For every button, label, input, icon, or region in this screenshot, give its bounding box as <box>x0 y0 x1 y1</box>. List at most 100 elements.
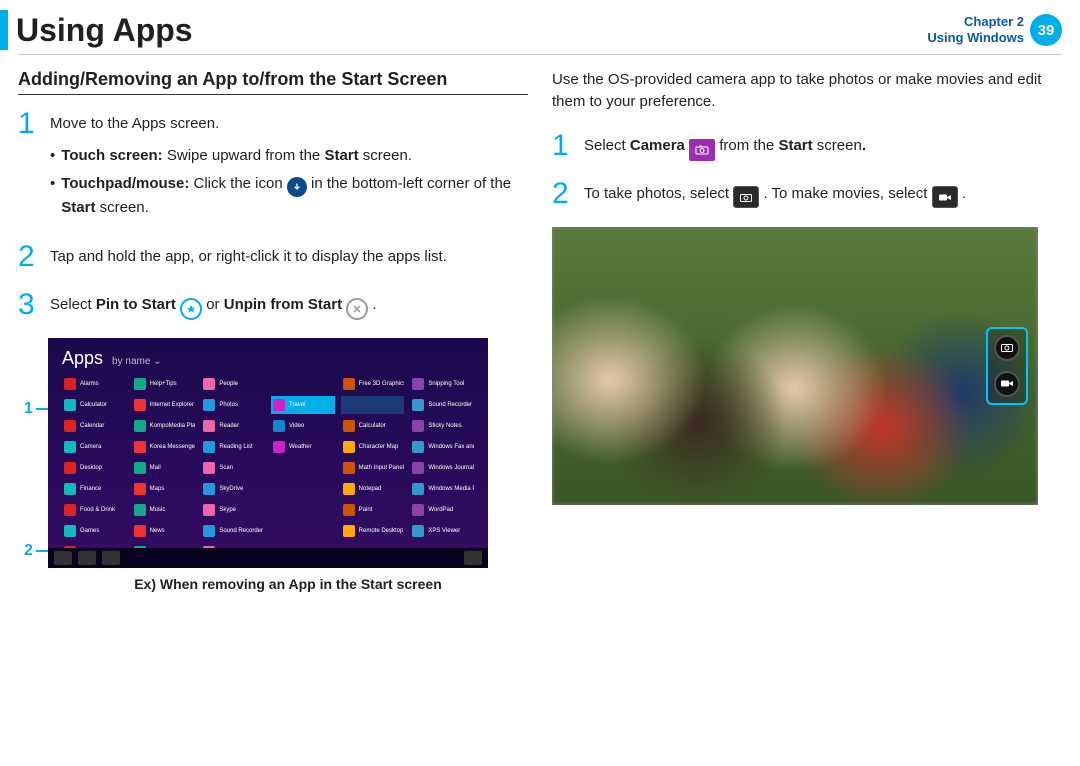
app-tile: Notepad <box>341 480 405 498</box>
app-tile: Free 3D Graphics Control Panel <box>341 375 405 393</box>
app-tile: Calendar <box>62 417 126 435</box>
app-icon <box>203 504 215 516</box>
app-icon <box>343 378 355 390</box>
app-tile: Weather <box>271 438 335 456</box>
app-label: News <box>150 528 165 534</box>
left-column: Adding/Removing an App to/from the Start… <box>18 69 528 604</box>
app-icon <box>64 525 76 537</box>
chapter-block: Chapter 2 Using Windows <box>927 14 1024 45</box>
record-video-button[interactable] <box>994 371 1020 397</box>
app-label: People <box>219 381 238 387</box>
app-label: Desktop <box>80 465 102 471</box>
app-tile: People <box>201 375 265 393</box>
app-icon <box>134 441 146 453</box>
bullet-touchpad: • Touchpad/mouse: Click the icon in the … <box>50 173 528 219</box>
app-tile: Windows Media Player <box>410 480 474 498</box>
taskbar-item <box>54 551 72 565</box>
app-tile: Calculator <box>341 417 405 435</box>
app-icon <box>134 378 146 390</box>
app-icon <box>412 420 424 432</box>
app-icon <box>412 378 424 390</box>
step-2-text: Tap and hold the app, or right-click it … <box>50 248 447 265</box>
app-icon <box>64 399 76 411</box>
app-icon <box>343 483 355 495</box>
app-label: Sticky Notes <box>428 423 461 429</box>
app-label: SkyDrive <box>219 486 243 492</box>
app-icon <box>134 525 146 537</box>
app-tile: Travel <box>271 396 335 414</box>
app-tile: Finance <box>62 480 126 498</box>
camera-tile-icon <box>689 139 715 161</box>
right-step-1: 1 Select Camera from the Start screen. <box>552 131 1062 161</box>
pin-icon <box>180 298 202 320</box>
app-icon <box>343 525 355 537</box>
step-number: 1 <box>552 131 574 161</box>
app-label: Sound Recorder <box>219 528 263 534</box>
annotation-1: 1 <box>24 400 33 418</box>
app-label: Food & Drink <box>80 507 115 513</box>
app-icon <box>64 378 76 390</box>
app-tile: Internet Explorer <box>132 396 196 414</box>
app-label: Free 3D Graphics Control Panel <box>359 381 405 387</box>
annotation-2: 2 <box>24 542 33 560</box>
app-tile: Paint <box>341 501 405 519</box>
app-tile: KompoMedia Player Center <box>132 417 196 435</box>
app-tile: Snipping Tool <box>410 375 474 393</box>
app-icon <box>64 504 76 516</box>
app-tile: Alarms <box>62 375 126 393</box>
app-label: Windows Media Player <box>428 486 474 492</box>
app-label: Sound Recorder <box>428 402 472 408</box>
app-label: Finance <box>80 486 101 492</box>
app-tile <box>271 522 335 540</box>
app-label: Scan <box>219 465 233 471</box>
app-icon <box>203 462 215 474</box>
video-button-icon <box>932 186 958 208</box>
app-tile: Reader <box>201 417 265 435</box>
chapter-label: Chapter 2 <box>927 14 1024 30</box>
app-tile: Sound Recorder <box>201 522 265 540</box>
app-label: Internet Explorer <box>150 402 194 408</box>
app-icon <box>343 504 355 516</box>
camera-controls-overlay <box>986 327 1028 405</box>
step-number: 1 <box>18 109 40 224</box>
app-tile <box>271 480 335 498</box>
app-tile: Sticky Notes <box>410 417 474 435</box>
section-label: Using Windows <box>927 30 1024 46</box>
photo-placeholder <box>552 227 1038 505</box>
app-label: Photos <box>219 402 238 408</box>
app-label: Games <box>80 528 99 534</box>
take-photo-button[interactable] <box>994 335 1020 361</box>
app-tile: Windows Fax and Scan <box>410 438 474 456</box>
app-icon <box>64 483 76 495</box>
app-tile <box>271 459 335 477</box>
app-label: Remote Desktop Connection <box>359 528 405 534</box>
app-tile: Sound Recorder <box>410 396 474 414</box>
app-icon <box>134 462 146 474</box>
app-icon <box>203 399 215 411</box>
bullet-touchscreen: • Touch screen: Swipe upward from the St… <box>50 145 528 167</box>
app-label: Mail <box>150 465 161 471</box>
app-icon <box>412 462 424 474</box>
app-label: Travel <box>289 402 305 408</box>
step-number: 2 <box>18 242 40 272</box>
app-label: Korea Messenger Center <box>150 444 196 450</box>
app-icon <box>412 483 424 495</box>
app-icon <box>134 483 146 495</box>
step-3: 3 Select Pin to Start or Unpin from Star… <box>18 290 528 320</box>
app-icon <box>203 525 215 537</box>
app-icon <box>343 441 355 453</box>
app-tile: Help+Tips <box>132 375 196 393</box>
down-arrow-icon <box>287 177 307 197</box>
app-tile <box>341 396 405 414</box>
app-tile: Music <box>132 501 196 519</box>
step-number: 2 <box>552 179 574 209</box>
app-icon <box>412 399 424 411</box>
app-label: Snipping Tool <box>428 381 464 387</box>
app-tile: Scan <box>201 459 265 477</box>
app-icon <box>134 399 146 411</box>
app-icon <box>273 441 285 453</box>
right-column: Use the OS-provided camera app to take p… <box>552 69 1062 604</box>
app-label: Calculator <box>80 402 107 408</box>
app-label: Reading List <box>219 444 252 450</box>
app-label: Calculator <box>359 423 386 429</box>
